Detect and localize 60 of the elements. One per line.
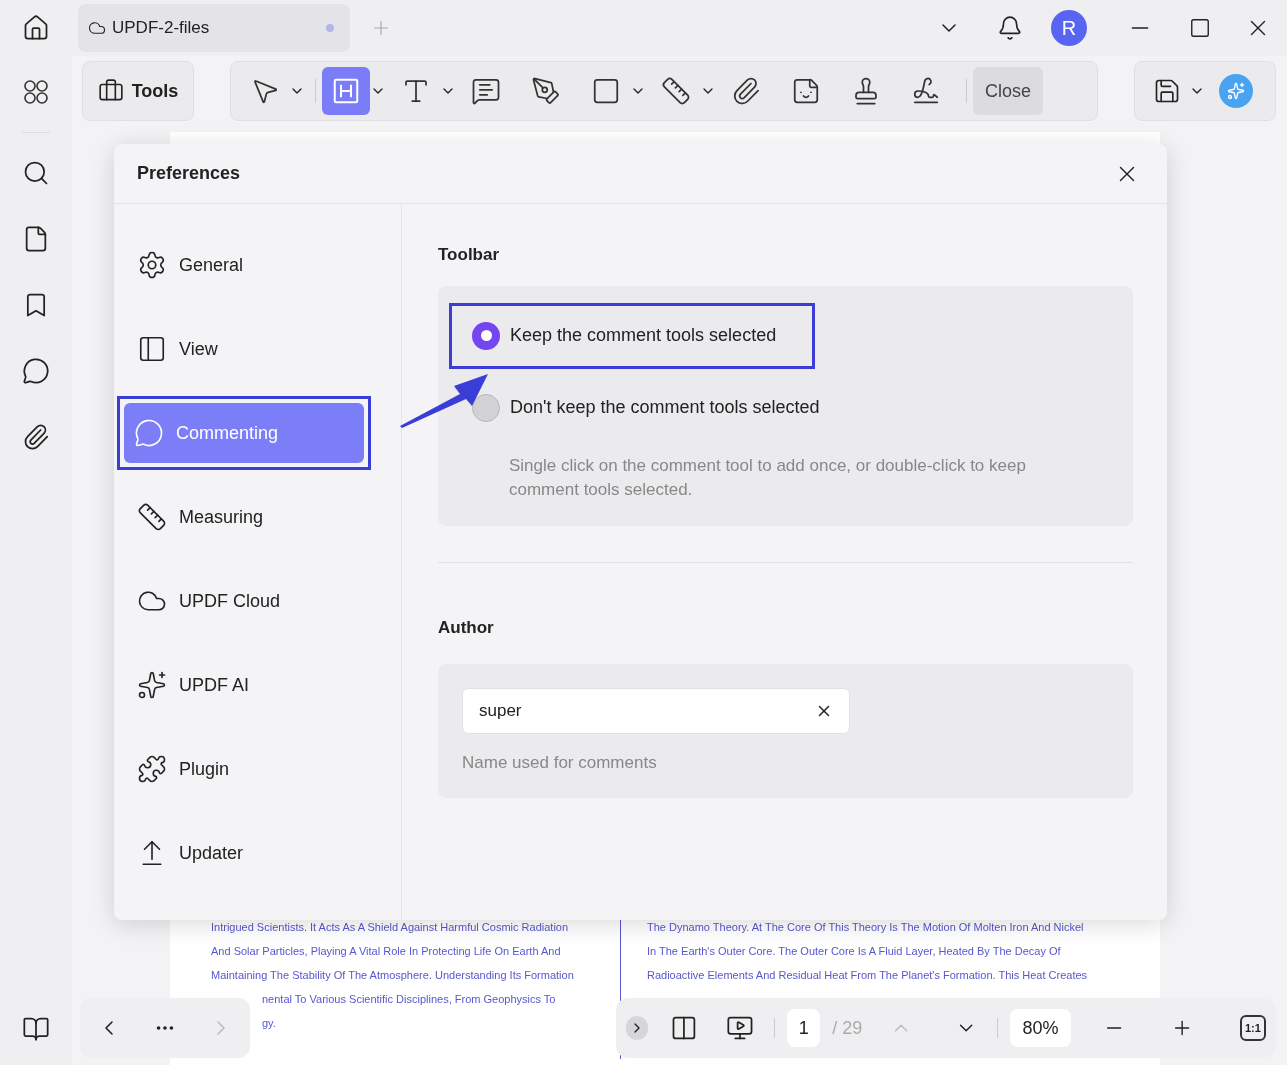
document-text-line: And Solar Particles, Playing A Vital Role In Protecting Life On Earth And [211,944,561,959]
document-text-line: Maintaining The Stability Of The Atmosphere. Understanding Its Formation [211,968,574,983]
preferences-nav-item[interactable]: View [127,319,367,379]
panel-icon [137,334,167,364]
dialog-title: Preferences [137,162,242,185]
radio-label: Keep the comment tools selected [510,324,777,347]
comment-icon [471,76,501,106]
pen-icon [531,76,561,106]
section-title: Author [438,616,495,639]
expand-icon[interactable] [626,1016,649,1040]
preferences-nav-item[interactable]: UPDF AI [127,655,367,715]
document-text-line: Intrigued Scientists. It Acts As A Shield Against Harmful Cosmic Radiation [211,920,569,935]
search-icon[interactable] [22,159,50,187]
preferences-nav-item[interactable]: General [127,235,367,295]
section-title: Toolbar [438,244,501,266]
reader-icon[interactable] [22,1015,50,1043]
tools-button[interactable]: Tools [82,61,194,121]
save-icon[interactable] [1153,77,1181,105]
radio-button[interactable] [472,393,500,422]
document-tab[interactable]: UPDF-2-files [78,4,350,52]
option-hint: Single click on the comment tool to add once, or double-click to keep comment tools selected. [508,454,1027,501]
author-name-field[interactable]: super [462,688,850,734]
paperclip-icon[interactable] [22,423,50,451]
maximize-icon[interactable] [1189,17,1211,39]
gear-icon [137,250,167,280]
ruler-icon [137,502,167,532]
document-text-line: In The Earth's Outer Core. The Outer Core Is A Fluid Layer, Heated By The Decay Of [647,944,1061,959]
document-text-line: The Dynamo Theory. At The Core Of This Theory Is The Motion Of Molten Iron And Nickel [647,920,1084,935]
page-total: / 29 [832,1016,863,1040]
rectangle-icon [591,76,621,106]
grid-icon[interactable] [22,78,50,106]
radio-button[interactable] [472,321,500,350]
puzzle-icon [137,754,167,784]
close-button[interactable]: Close [973,67,1044,115]
sparkle-icon [137,670,167,700]
field-hint: Name used for comments [462,752,658,774]
ruler-icon [661,76,691,106]
cloud-icon [88,19,106,37]
highlight-icon [331,76,361,106]
preferences-nav-item[interactable]: Updater [127,823,367,883]
document-text-line: gy. [262,1016,276,1031]
preferences-nav-item[interactable]: UPDF Cloud [127,571,367,631]
home-icon[interactable] [22,14,50,42]
bell-icon[interactable] [997,15,1023,41]
document-text-line: Radioactive Elements And Residual Heat From The Planet's Formation. This Heat Creates [647,968,1088,983]
comment-icon[interactable] [22,357,50,385]
preferences-nav-item[interactable]: Measuring [127,487,367,547]
paperclip-icon [731,76,761,106]
page-number-field[interactable]: 1 [786,1009,821,1047]
document-text-line: nental To Various Scientific Disciplines, From Geophysics To [262,992,556,1007]
preferences-nav-item[interactable]: Plugin [127,739,367,799]
avatar[interactable]: R [1051,10,1087,46]
assistant-icon[interactable] [1219,74,1253,108]
comment-icon [134,418,164,448]
signature-icon [911,76,941,106]
sticker-icon [791,76,821,106]
actual-size-button[interactable]: 1:1 [1239,1015,1266,1041]
zoom-field[interactable]: 80% [1009,1009,1072,1047]
radio-label: Don't keep the comment tools selected [510,396,820,419]
tab-title: UPDF-2-files [112,17,211,40]
